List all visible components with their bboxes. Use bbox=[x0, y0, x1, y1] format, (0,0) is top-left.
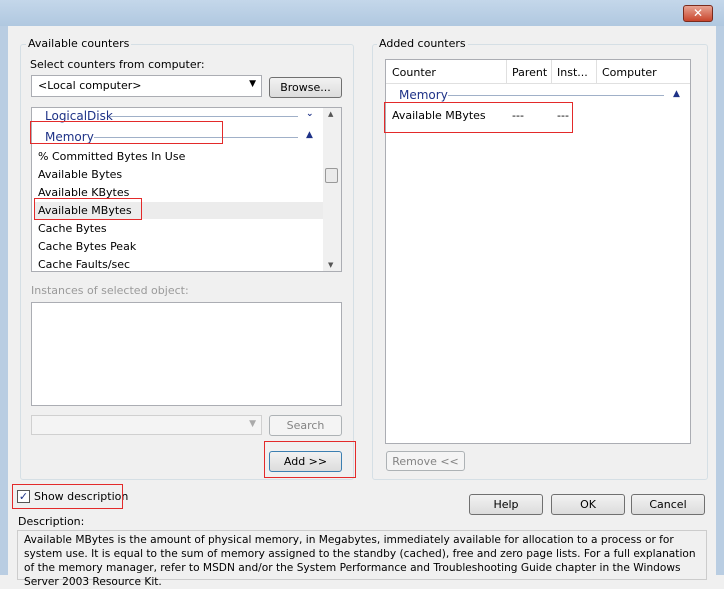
title-bar bbox=[0, 0, 724, 26]
computer-select-value: <Local computer> bbox=[38, 79, 142, 92]
highlight-show-description bbox=[12, 484, 123, 509]
highlight-available-mbytes bbox=[34, 198, 142, 220]
description-label: Description: bbox=[18, 515, 85, 528]
instances-list[interactable] bbox=[31, 302, 342, 406]
counter-item[interactable]: Cache Bytes bbox=[38, 220, 107, 238]
dropdown-arrow-icon: ▼ bbox=[249, 79, 256, 89]
scroll-up-icon[interactable]: ▲ bbox=[328, 110, 333, 118]
column-instance[interactable]: Inst... bbox=[557, 66, 588, 79]
divider bbox=[506, 60, 507, 84]
column-parent[interactable]: Parent bbox=[512, 66, 547, 79]
chevron-down-icon[interactable]: ⌄ bbox=[306, 109, 314, 119]
close-button[interactable]: ✕ bbox=[683, 5, 713, 22]
scroll-thumb[interactable] bbox=[325, 168, 338, 183]
added-counters-title: Added counters bbox=[377, 37, 468, 50]
window-frame-right bbox=[716, 26, 724, 575]
help-button[interactable]: Help bbox=[469, 494, 543, 515]
description-text: Available MBytes is the amount of physic… bbox=[17, 530, 707, 588]
remove-button[interactable]: Remove << bbox=[386, 451, 465, 471]
divider bbox=[448, 95, 664, 96]
highlight-memory bbox=[30, 121, 223, 144]
divider bbox=[110, 116, 298, 117]
divider bbox=[596, 60, 597, 84]
column-counter[interactable]: Counter bbox=[392, 66, 436, 79]
chevron-up-icon[interactable]: ▲ bbox=[673, 89, 680, 99]
cancel-button[interactable]: Cancel bbox=[631, 494, 705, 515]
dropdown-arrow-icon: ▼ bbox=[249, 419, 256, 429]
instances-label: Instances of selected object: bbox=[31, 284, 189, 297]
browse-button[interactable]: Browse... bbox=[269, 77, 342, 98]
window-frame-left bbox=[0, 26, 8, 575]
close-icon: ✕ bbox=[692, 6, 704, 20]
scrollbar[interactable]: ▲ ▼ bbox=[323, 108, 341, 271]
counter-item[interactable]: Available Bytes bbox=[38, 166, 122, 184]
counter-item[interactable]: Cache Bytes Peak bbox=[38, 238, 136, 256]
computer-select[interactable]: <Local computer> ▼ bbox=[31, 75, 262, 97]
ok-button[interactable]: OK bbox=[551, 494, 625, 515]
highlight-added-row bbox=[384, 102, 573, 133]
counter-item[interactable]: % Committed Bytes In Use bbox=[38, 148, 185, 166]
added-group-memory[interactable]: Memory bbox=[399, 88, 448, 102]
counter-item[interactable]: Cache Faults/sec bbox=[38, 256, 130, 274]
scroll-down-icon[interactable]: ▼ bbox=[328, 261, 333, 269]
column-computer[interactable]: Computer bbox=[602, 66, 657, 79]
highlight-add bbox=[264, 441, 356, 478]
chevron-up-icon[interactable]: ▲ bbox=[306, 130, 313, 140]
instance-search-combo[interactable]: ▼ bbox=[31, 415, 262, 435]
available-counters-title: Available counters bbox=[26, 37, 132, 50]
computer-label: Select counters from computer: bbox=[30, 58, 205, 71]
divider bbox=[551, 60, 552, 84]
search-button[interactable]: Search bbox=[269, 415, 342, 436]
